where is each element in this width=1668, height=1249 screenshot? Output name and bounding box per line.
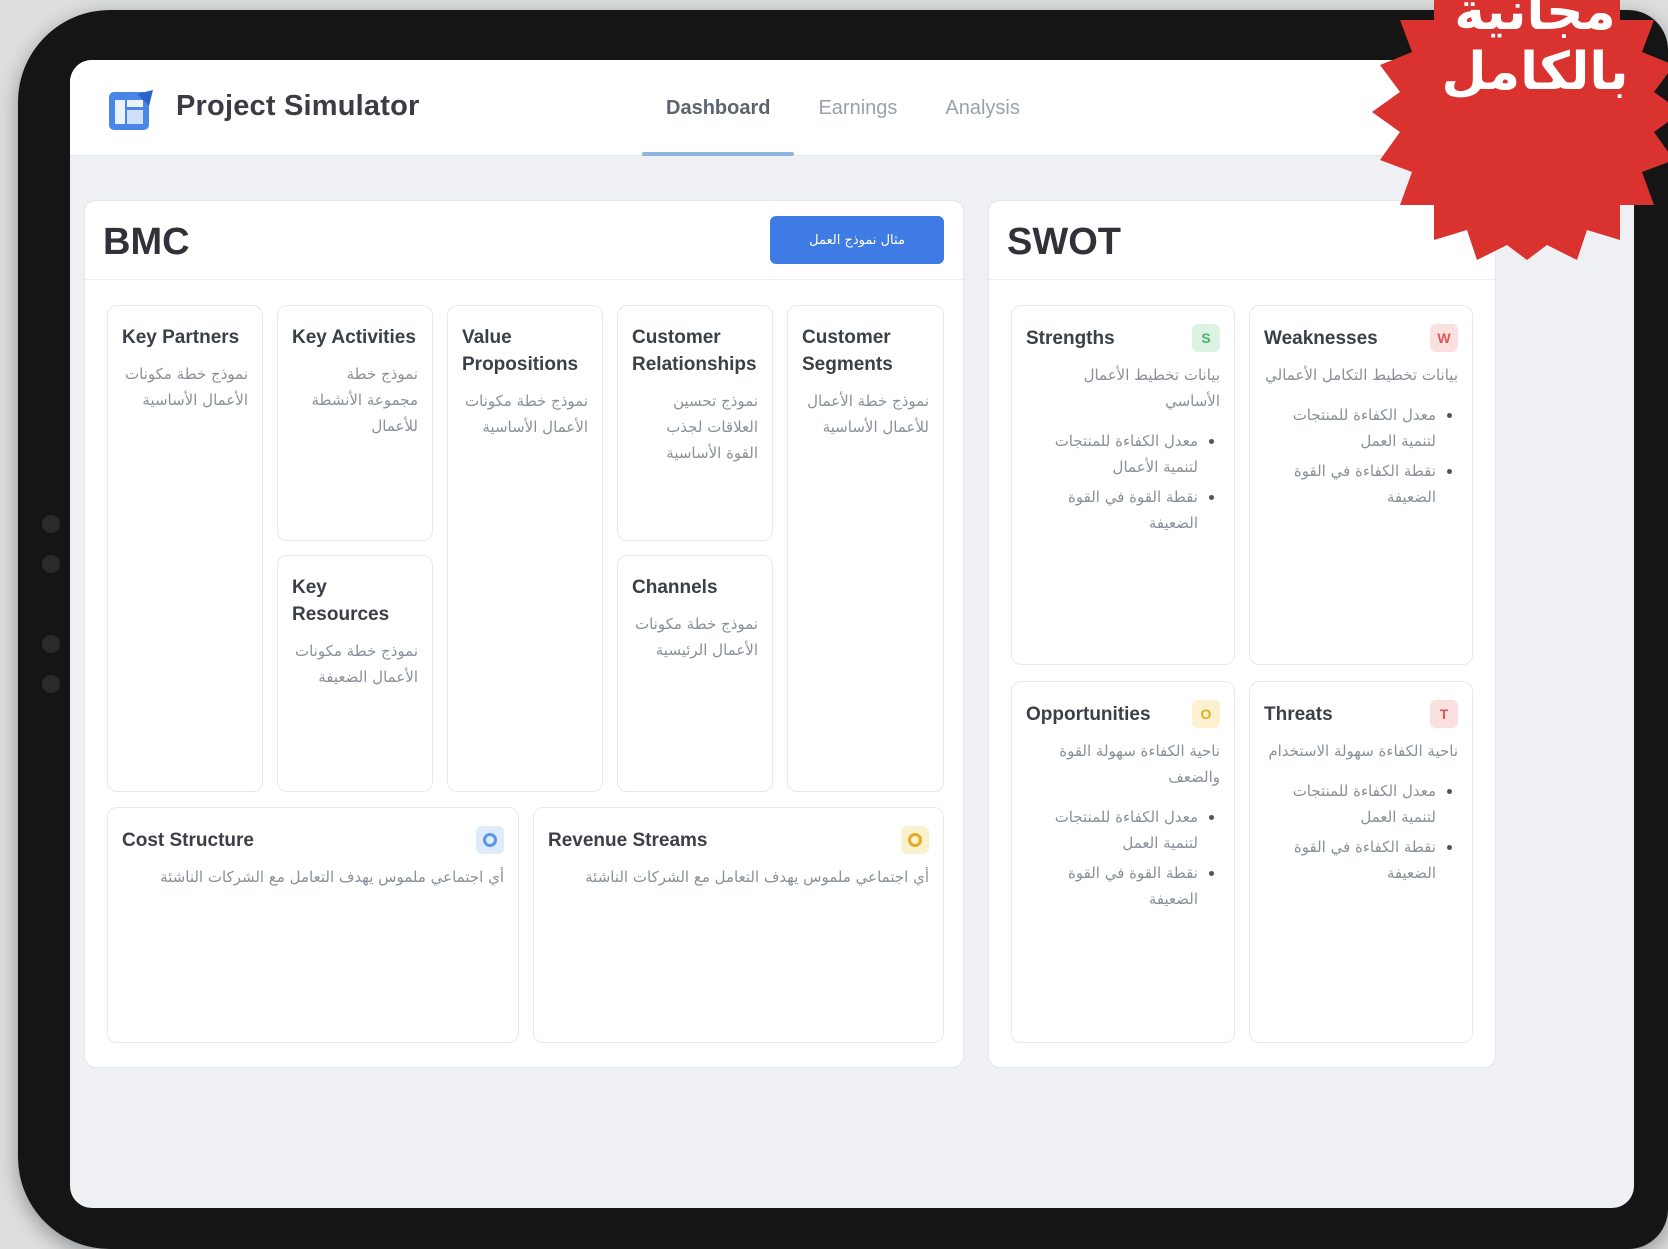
card-title: Channels xyxy=(632,577,718,598)
camera-dot xyxy=(42,635,60,653)
card-body: نموذج خطة مكونات الأعمال الضعيفة xyxy=(294,642,418,686)
promo-line: مجانية xyxy=(1454,0,1616,42)
card-title: Revenue Streams xyxy=(548,829,708,851)
bullet-list: معدل الكفاءة للمنتجات لتنمية العمل نقطة … xyxy=(1264,402,1458,510)
swot-title: SWOT xyxy=(1007,221,1121,263)
threats-badge: T xyxy=(1430,700,1458,728)
card-body: نموذج خطة مجموعة الأنشطة للأعمال xyxy=(311,365,418,435)
card-value-propositions[interactable]: Value Propositions نموذج خطة مكونات الأع… xyxy=(447,305,603,792)
card-title: Threats xyxy=(1264,703,1333,725)
card-strengths[interactable]: Strengths S بيانات تخطيط الأعمال الأساسي… xyxy=(1011,305,1235,665)
card-title: Value Propositions xyxy=(462,327,579,375)
card-header: Cost Structure xyxy=(122,826,504,854)
card-body: ناحية الكفاءة سهولة القوة والضعف xyxy=(1059,742,1220,786)
bullet-list: معدل الكفاءة للمنتجات لتنمية الأعمال نقط… xyxy=(1026,428,1220,536)
swot-panel: SWOT Strengths S بيانات تخطيط الأعمال ال… xyxy=(988,200,1496,1068)
card-header: Strengths S xyxy=(1026,324,1220,352)
card-header: Threats T xyxy=(1264,700,1458,728)
card-body: نموذج تحسين العلاقات لجذب القوة الأساسية xyxy=(666,392,758,462)
card-title: Key Activities xyxy=(292,327,416,348)
bmc-panel: BMC مثال نموذج العمل Key Partners نموذج … xyxy=(84,200,964,1068)
card-opportunities[interactable]: Opportunities O ناحية الكفاءة سهولة القو… xyxy=(1011,681,1235,1043)
spreadsheet-logo-icon[interactable] xyxy=(107,88,155,134)
promo-text: مجانية بالكامل xyxy=(1410,0,1660,102)
list-item: معدل الكفاءة للمنتجات لتنمية العمل xyxy=(1264,778,1436,830)
card-threats[interactable]: Threats T ناحية الكفاءة سهولة الاستخدام … xyxy=(1249,681,1473,1043)
camera-dot xyxy=(42,675,60,693)
card-title: Strengths xyxy=(1026,327,1115,349)
bullet-list: معدل الكفاءة للمنتجات لتنمية العمل نقطة … xyxy=(1264,778,1458,886)
bmc-example-button[interactable]: مثال نموذج العمل xyxy=(770,216,944,264)
panel-divider xyxy=(989,279,1495,280)
card-body: ناحية الكفاءة سهولة الاستخدام xyxy=(1268,742,1458,760)
weaknesses-badge: W xyxy=(1430,324,1458,352)
card-header: Revenue Streams xyxy=(548,826,929,854)
card-title: Key Resources xyxy=(292,577,390,625)
list-item: نقطة القوة في القوة الضعيفة xyxy=(1026,484,1198,536)
card-body: بيانات تخطيط التكامل الأعمالي xyxy=(1265,366,1458,384)
panel-divider xyxy=(85,279,963,280)
list-item: نقطة القوة في القوة الضعيفة xyxy=(1026,860,1198,912)
card-customer-segments[interactable]: Customer Segments نموذج خطة الأعمال للأع… xyxy=(787,305,944,792)
coin-icon xyxy=(901,826,929,854)
bmc-title: BMC xyxy=(103,221,190,263)
card-customer-relationships[interactable]: Customer Relationships نموذج تحسين العلا… xyxy=(617,305,773,541)
card-revenue-streams[interactable]: Revenue Streams أي اجتماعي ملموس يهدف ال… xyxy=(533,807,944,1043)
camera-dot xyxy=(42,555,60,573)
camera-dot xyxy=(42,515,60,533)
card-key-activities[interactable]: Key Activities نموذج خطة مجموعة الأنشطة … xyxy=(277,305,433,541)
list-item: نقطة الكفاءة في القوة الضعيفة xyxy=(1264,834,1436,886)
card-channels[interactable]: Channels نموذج خطة مكونات الأعمال الرئيس… xyxy=(617,555,773,792)
card-title: Customer Relationships xyxy=(632,327,757,375)
tab-dashboard[interactable]: Dashboard xyxy=(642,60,795,156)
list-item: نقطة الكفاءة في القوة الضعيفة xyxy=(1264,458,1436,510)
opportunities-badge: O xyxy=(1192,700,1220,728)
card-header: Opportunities O xyxy=(1026,700,1220,728)
card-cost-structure[interactable]: Cost Structure أي اجتماعي ملموس يهدف الت… xyxy=(107,807,519,1043)
list-item: معدل الكفاءة للمنتجات لتنمية الأعمال xyxy=(1026,428,1198,480)
card-body: نموذج خطة الأعمال للأعمال الأساسية xyxy=(807,392,929,436)
card-title: Opportunities xyxy=(1026,703,1151,725)
card-body: بيانات تخطيط الأعمال الأساسي xyxy=(1083,366,1220,410)
card-header: Weaknesses W xyxy=(1264,324,1458,352)
card-title: Customer Segments xyxy=(802,327,893,375)
gear-icon xyxy=(476,826,504,854)
bullet-list: معدل الكفاءة للمنتجات لتنمية العمل نقطة … xyxy=(1026,804,1220,912)
card-body: أي اجتماعي ملموس يهدف التعامل مع الشركات… xyxy=(585,868,929,886)
card-body: نموذج خطة مكونات الأعمال الرئيسية xyxy=(634,615,758,659)
promo-line: بالكامل xyxy=(1441,42,1629,102)
card-key-partners[interactable]: Key Partners نموذج خطة مكونات الأعمال ال… xyxy=(107,305,263,792)
tab-earnings[interactable]: Earnings xyxy=(794,60,921,156)
card-body: نموذج خطة مكونات الأعمال الأساسية xyxy=(464,392,588,436)
card-body: نموذج خطة مكونات الأعمال الأساسية xyxy=(124,365,248,409)
card-key-resources[interactable]: Key Resources نموذج خطة مكونات الأعمال ا… xyxy=(277,555,433,792)
nav-tabs: Dashboard Earnings Analysis xyxy=(642,60,1044,156)
card-weaknesses[interactable]: Weaknesses W بيانات تخطيط التكامل الأعما… xyxy=(1249,305,1473,665)
card-body: أي اجتماعي ملموس يهدف التعامل مع الشركات… xyxy=(160,868,504,886)
app-title: Project Simulator xyxy=(176,90,420,122)
strengths-badge: S xyxy=(1192,324,1220,352)
list-item: معدل الكفاءة للمنتجات لتنمية العمل xyxy=(1264,402,1436,454)
card-title: Cost Structure xyxy=(122,829,254,851)
card-title: Key Partners xyxy=(122,327,240,348)
list-item: معدل الكفاءة للمنتجات لتنمية العمل xyxy=(1026,804,1198,856)
card-title: Weaknesses xyxy=(1264,327,1378,349)
tab-analysis[interactable]: Analysis xyxy=(921,60,1043,156)
